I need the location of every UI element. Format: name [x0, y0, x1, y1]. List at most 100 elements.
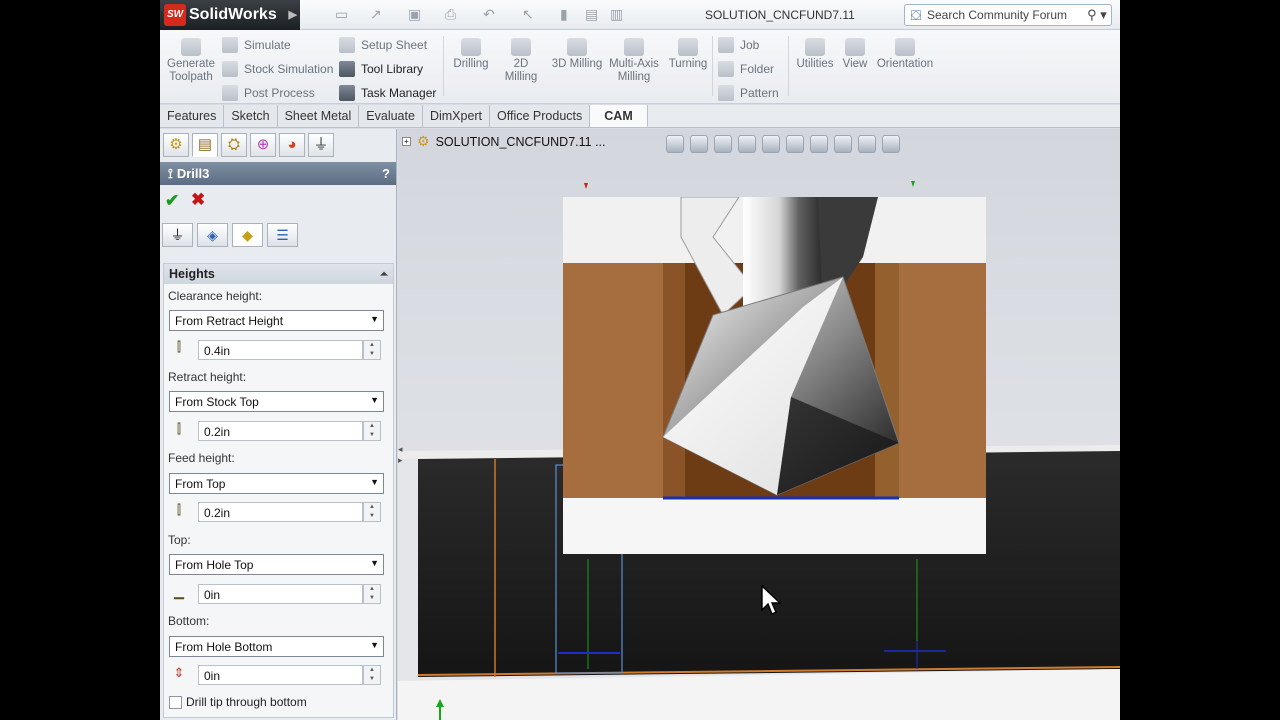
- display-style-icon[interactable]: [786, 135, 804, 153]
- retract-height-input[interactable]: 0.2in: [198, 421, 363, 441]
- cam-tool-tab-icon[interactable]: ⏚: [308, 133, 334, 157]
- feature-tree-tab-icon[interactable]: ⚙: [163, 133, 189, 157]
- task-manager-button[interactable]: Task Manager: [339, 85, 436, 101]
- 2d-milling-icon: [511, 38, 531, 56]
- top-input[interactable]: 0in: [198, 584, 363, 604]
- cancel-x-icon[interactable]: ✖: [191, 190, 205, 210]
- feed-height-select[interactable]: From Top ▼: [169, 473, 384, 494]
- top-select[interactable]: From Hole Top ▼: [169, 554, 384, 575]
- drill-tip-through-bottom-option[interactable]: Drill tip through bottom: [169, 695, 307, 709]
- previous-view-icon[interactable]: [714, 135, 732, 153]
- feature-tree-root[interactable]: + ⚙ SOLUTION_CNCFUND7.11 ...: [402, 133, 606, 150]
- simulate-label: Simulate: [244, 38, 291, 52]
- utilities-button[interactable]: Utilities: [794, 38, 836, 71]
- configuration-manager-tab-icon[interactable]: ⛭: [221, 133, 247, 157]
- tab-office-products[interactable]: Office Products: [490, 105, 591, 127]
- post-process-button[interactable]: Post Process: [222, 85, 315, 101]
- graphics-viewport[interactable]: + ⚙ SOLUTION_CNCFUND7.11 ... ◂ ▸: [398, 129, 1120, 720]
- property-manager-tab-icon[interactable]: ▤: [192, 133, 218, 157]
- bottom-spinner[interactable]: ▲ ▼: [363, 665, 381, 685]
- select-icon[interactable]: ↖: [522, 6, 534, 24]
- bottom-select[interactable]: From Hole Bottom ▼: [169, 636, 384, 657]
- new-document-icon[interactable]: ▭: [335, 6, 348, 24]
- retract-height-select[interactable]: From Stock Top ▼: [169, 391, 384, 412]
- heights-group-header[interactable]: Heights ⏶: [164, 264, 393, 284]
- search-box[interactable]: ⛋ Search Community Forum ⚲ ▾: [904, 4, 1112, 26]
- feed-height-spinner[interactable]: ▲ ▼: [363, 502, 381, 522]
- generate-toolpath-button[interactable]: Generate Toolpath: [166, 38, 216, 84]
- orientation-button[interactable]: Orientation: [873, 38, 937, 71]
- ok-checkmark-icon[interactable]: ✔: [165, 191, 179, 211]
- zoom-to-area-icon[interactable]: [690, 135, 708, 153]
- tool-library-button[interactable]: Tool Library: [339, 61, 423, 77]
- property-manager-header: ⟟ Drill3 ?: [160, 162, 396, 185]
- print-icon[interactable]: ⎙: [445, 6, 456, 24]
- folder-label: Folder: [740, 62, 775, 76]
- feed-height-input[interactable]: 0.2in: [198, 502, 363, 522]
- post-process-icon: [222, 85, 238, 101]
- drill-tip-label: Drill tip through bottom: [186, 695, 307, 709]
- pattern-button[interactable]: Pattern: [718, 85, 779, 101]
- 3d-milling-button[interactable]: 3D Milling: [551, 38, 603, 71]
- tab-cam[interactable]: CAM: [590, 105, 648, 127]
- stock-simulation-button[interactable]: Stock Simulation: [222, 61, 333, 77]
- turning-button[interactable]: Turning: [665, 38, 711, 71]
- simulate-button[interactable]: Simulate: [222, 37, 291, 53]
- save-icon[interactable]: ▣: [408, 6, 421, 24]
- nc-tab-icon[interactable]: ◆: [232, 223, 263, 247]
- tab-sketch[interactable]: Sketch: [224, 105, 278, 127]
- solidworks-menu-button[interactable]: SW SolidWorks ▶: [160, 0, 300, 30]
- search-input[interactable]: Search Community Forum: [927, 8, 1067, 22]
- view-orientation-icon[interactable]: [762, 135, 780, 153]
- open-icon[interactable]: ↗: [370, 6, 382, 24]
- brand-name: SolidWorks: [189, 6, 277, 23]
- view-button[interactable]: View: [839, 38, 871, 71]
- file-properties-icon[interactable]: ▤: [585, 6, 598, 24]
- drill-tip-checkbox[interactable]: [169, 695, 182, 709]
- edit-appearance-icon[interactable]: [834, 135, 852, 153]
- top-spinner[interactable]: ▲ ▼: [363, 584, 381, 604]
- links-tab-icon[interactable]: ☰: [267, 223, 298, 247]
- help-icon[interactable]: ?: [376, 166, 396, 181]
- hole-right-wall: [875, 263, 899, 498]
- bottom-input[interactable]: 0in: [198, 665, 363, 685]
- ribbon-separator: [712, 36, 713, 96]
- collapse-chevron-icon[interactable]: ⏶: [380, 269, 388, 280]
- options-icon[interactable]: ▥: [610, 6, 623, 24]
- tab-dimxpert[interactable]: DimXpert: [422, 105, 491, 127]
- retract-height-spinner[interactable]: ▲ ▼: [363, 421, 381, 441]
- display-manager-tab-icon[interactable]: ◕: [279, 133, 305, 157]
- tool-tab-icon[interactable]: ⏚: [162, 223, 193, 247]
- view-label: View: [842, 58, 868, 70]
- clearance-height-select[interactable]: From Retract Height ▼: [169, 310, 384, 331]
- part-icon: ⚙: [417, 133, 430, 149]
- apply-scene-icon[interactable]: [858, 135, 876, 153]
- multi-axis-milling-button[interactable]: Multi-Axis Milling: [607, 38, 661, 84]
- feature-tab-icon[interactable]: ◈: [197, 223, 228, 247]
- undo-icon[interactable]: ↶: [483, 6, 495, 24]
- turning-icon: [678, 38, 698, 56]
- search-icon[interactable]: ⚲ ▾: [1083, 7, 1111, 23]
- job-button[interactable]: Job: [718, 37, 759, 53]
- zoom-to-fit-icon[interactable]: [666, 135, 684, 153]
- command-tabs: Features Sketch Sheet Metal Evaluate Dim…: [160, 105, 1120, 128]
- clearance-height-spinner[interactable]: ▲ ▼: [363, 340, 381, 360]
- hide-show-items-icon[interactable]: [810, 135, 828, 153]
- 2d-milling-button[interactable]: 2D Milling: [496, 38, 546, 84]
- dimxpert-tab-icon[interactable]: ⊕: [250, 133, 276, 157]
- section-view-icon[interactable]: [738, 135, 756, 153]
- rebuild-icon[interactable]: ▮: [560, 6, 568, 24]
- drilling-button[interactable]: Drilling: [450, 38, 492, 71]
- multi-axis-milling-icon: [624, 38, 644, 56]
- expand-icon[interactable]: +: [402, 137, 411, 146]
- mouse-pointer-icon: [761, 585, 782, 615]
- folder-button[interactable]: Folder: [718, 61, 774, 77]
- tab-features[interactable]: Features: [160, 105, 225, 127]
- panel-resize-handle[interactable]: ◂ ▸: [398, 444, 406, 474]
- clearance-height-input[interactable]: 0.4in: [198, 340, 363, 360]
- tab-sheet-metal[interactable]: Sheet Metal: [277, 105, 360, 127]
- setup-sheet-button[interactable]: Setup Sheet: [339, 37, 427, 53]
- tab-evaluate[interactable]: Evaluate: [359, 105, 423, 127]
- view-settings-icon[interactable]: [882, 135, 900, 153]
- operation-sub-tabs: ⏚ ◈ ◆ ☰: [162, 223, 298, 247]
